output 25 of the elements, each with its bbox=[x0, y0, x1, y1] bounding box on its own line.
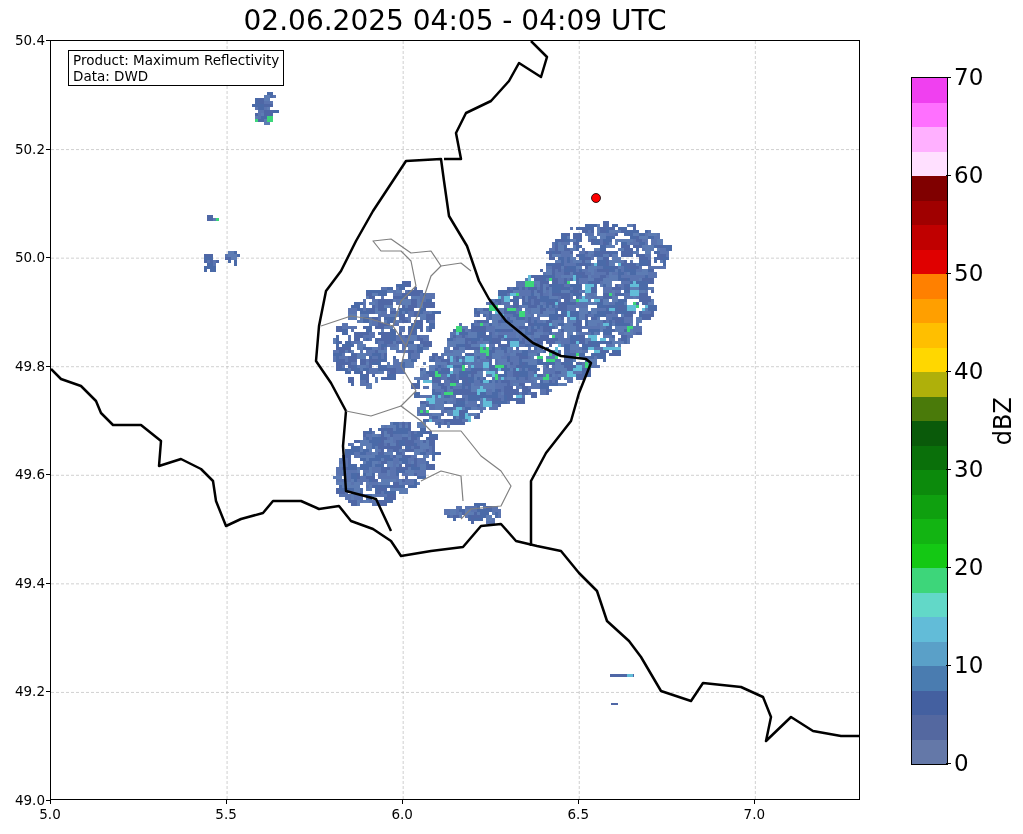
colorbar-tick-label: 20 bbox=[954, 554, 984, 580]
y-axis-label: 50.2 bbox=[14, 140, 45, 157]
x-axis-label: 6.0 bbox=[391, 806, 413, 822]
x-axis-label: 5.5 bbox=[215, 806, 237, 822]
colorbar-tick-label: 40 bbox=[954, 358, 984, 384]
y-axis-label: 49.4 bbox=[14, 574, 45, 591]
colorbar-tick-label: 70 bbox=[954, 64, 984, 90]
colorbar-tick-label: 50 bbox=[954, 260, 984, 286]
y-axis-label: 49.6 bbox=[14, 466, 45, 483]
colorbar-tick-label: 30 bbox=[954, 456, 984, 482]
y-axis-label: 49.2 bbox=[14, 683, 45, 700]
colorbar-tick-label: 60 bbox=[954, 162, 984, 188]
legend-text: Data: DWD bbox=[73, 68, 150, 84]
colorbar-label: dBZ bbox=[989, 397, 1017, 446]
y-axis-label: 49.0 bbox=[14, 792, 45, 808]
colorbar-tick-label: 0 bbox=[954, 750, 969, 776]
y-axis-label: 49.8 bbox=[14, 357, 45, 374]
legend-text: Product: Maximum Reflectivity bbox=[73, 52, 280, 68]
chart-title: 02.06.2025 04:05 - 04:09 UTC bbox=[242, 4, 668, 38]
x-axis-label: 7.0 bbox=[743, 806, 766, 822]
x-axis-label: 6.5 bbox=[567, 806, 589, 822]
x-axis-label: 5.0 bbox=[39, 806, 61, 822]
y-axis-label: 50.0 bbox=[14, 249, 45, 266]
y-axis-label: 50.4 bbox=[14, 32, 45, 48]
colorbar-tick-label: 10 bbox=[954, 652, 984, 678]
